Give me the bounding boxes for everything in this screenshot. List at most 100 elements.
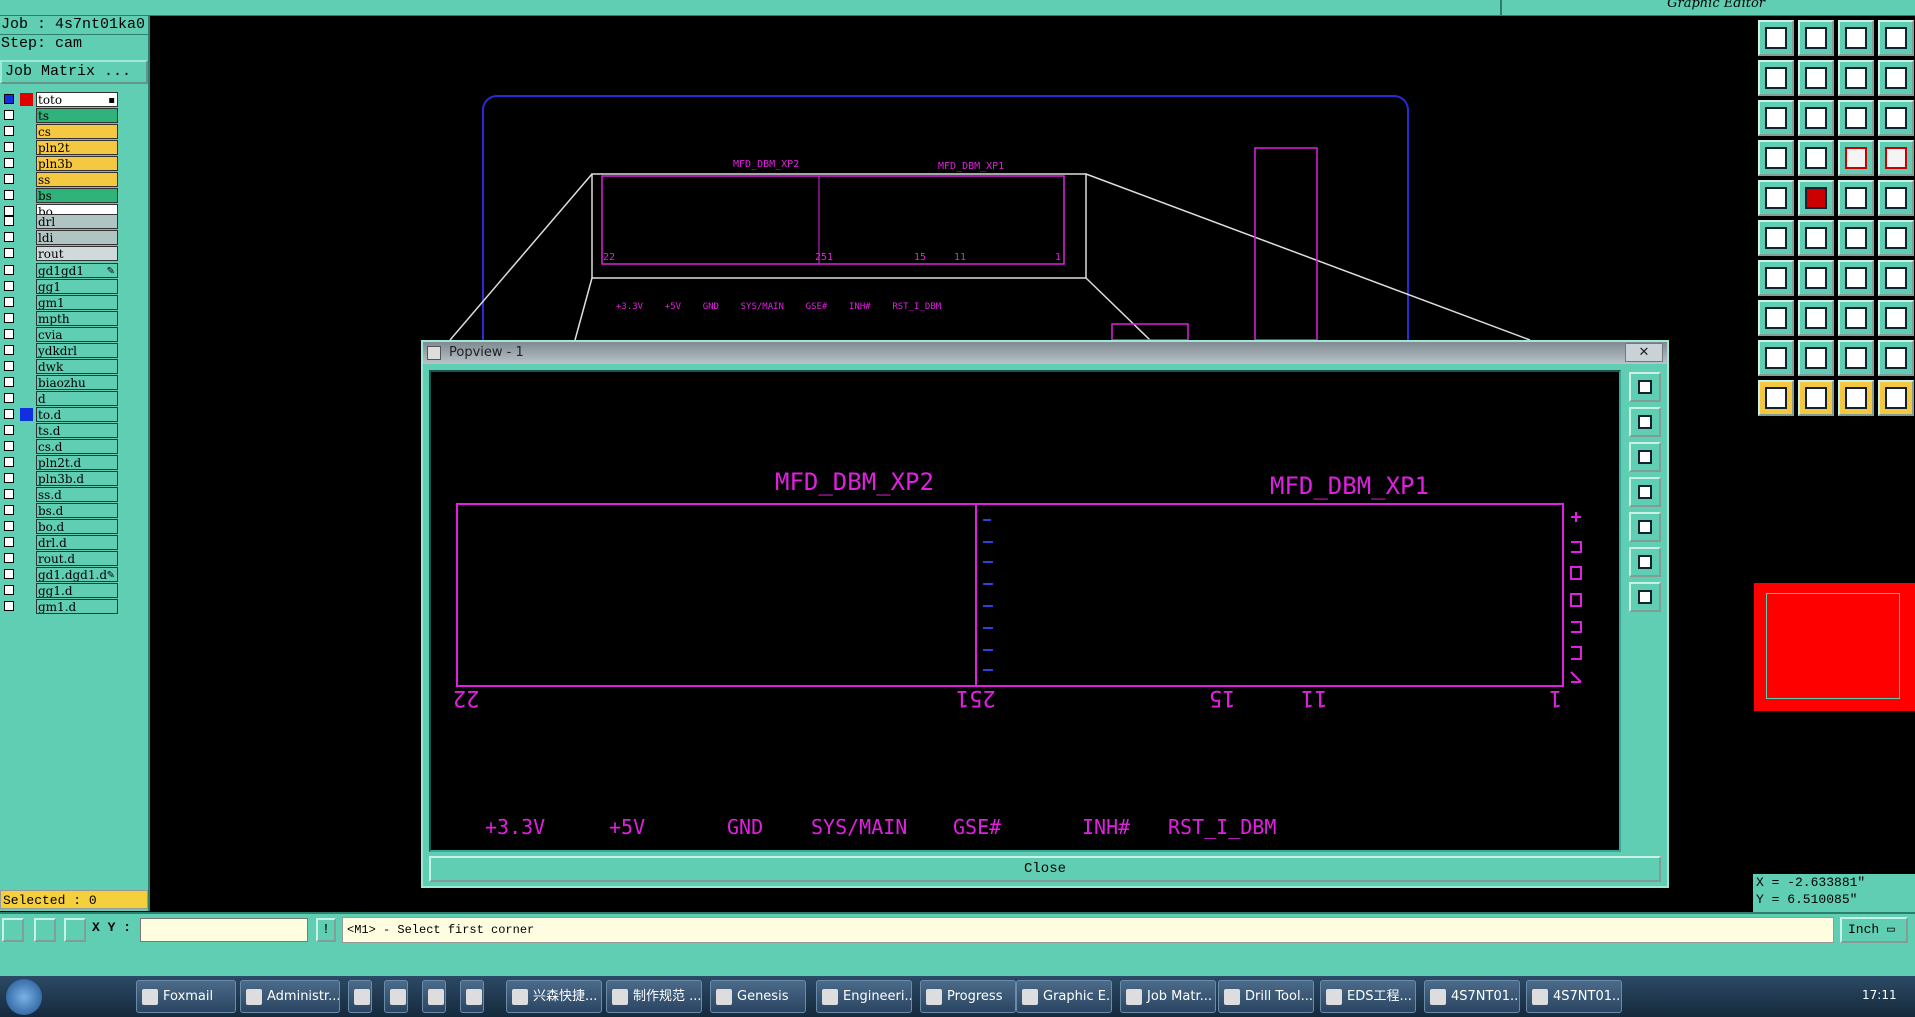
layer-row-gd1[interactable]: gd1gd1 ✎ xyxy=(0,263,118,278)
tool-button-1-2[interactable] xyxy=(1838,60,1874,96)
tool-button-7-2[interactable] xyxy=(1838,300,1874,336)
close-icon[interactable]: ✕ xyxy=(1625,343,1663,362)
tool-button-7-3[interactable] xyxy=(1878,300,1914,336)
popview-tool-button-3[interactable] xyxy=(1629,477,1661,507)
alert-icon[interactable]: ! xyxy=(316,918,336,942)
taskbar-item[interactable] xyxy=(460,980,484,1013)
taskbar-item[interactable]: Engineeri... xyxy=(816,980,912,1013)
grid-tool-icon[interactable] xyxy=(64,918,86,942)
layer-checkbox[interactable] xyxy=(4,553,14,563)
popview-tool-button-5[interactable] xyxy=(1629,547,1661,577)
layer-checkbox[interactable] xyxy=(4,505,14,515)
layer-row-biaozhu[interactable]: biaozhu xyxy=(0,375,118,390)
tool-button-5-0[interactable] xyxy=(1758,220,1794,256)
tool-button-5-3[interactable] xyxy=(1878,220,1914,256)
tool-button-5-2[interactable] xyxy=(1838,220,1874,256)
popview-tool-button-4[interactable] xyxy=(1629,512,1661,542)
layer-checkbox[interactable] xyxy=(4,297,14,307)
layer-checkbox[interactable] xyxy=(4,601,14,611)
tool-button-2-2[interactable] xyxy=(1838,100,1874,136)
taskbar-item[interactable] xyxy=(384,980,408,1013)
layer-row-to[interactable]: toto ▪ xyxy=(0,92,118,107)
tool-button-0-2[interactable] xyxy=(1838,20,1874,56)
layer-row-gd1-d[interactable]: gd1.dgd1.d ✎ xyxy=(0,567,118,582)
taskbar-item[interactable]: Genesis xyxy=(710,980,806,1013)
layer-checkbox[interactable] xyxy=(4,94,14,104)
units-dropdown[interactable]: Inch ▭ xyxy=(1840,917,1908,943)
layer-checkbox[interactable] xyxy=(4,393,14,403)
layer-checkbox[interactable] xyxy=(4,158,14,168)
popview-tool-button-0[interactable] xyxy=(1629,372,1661,402)
taskbar-item[interactable]: 制作规范 ... xyxy=(606,980,702,1013)
layer-row-ts-d[interactable]: ts.d xyxy=(0,423,118,438)
layer-row-dwk[interactable]: dwk xyxy=(0,359,118,374)
tool-button-9-0[interactable] xyxy=(1758,380,1794,416)
tool-button-0-0[interactable] xyxy=(1758,20,1794,56)
layer-checkbox[interactable] xyxy=(4,489,14,499)
tool-button-6-0[interactable] xyxy=(1758,260,1794,296)
tool-button-9-2[interactable] xyxy=(1838,380,1874,416)
layer-checkbox[interactable] xyxy=(4,537,14,547)
layer-checkbox[interactable] xyxy=(4,265,14,275)
layer-row-gm1-d[interactable]: gm1.d xyxy=(0,599,118,614)
layer-row-gm1[interactable]: gm1 xyxy=(0,295,118,310)
tool-button-0-1[interactable] xyxy=(1798,20,1834,56)
layer-row-bs-d[interactable]: bs.d xyxy=(0,503,118,518)
tool-button-7-1[interactable] xyxy=(1798,300,1834,336)
layer-checkbox[interactable] xyxy=(4,377,14,387)
tool-button-8-3[interactable] xyxy=(1878,340,1914,376)
tool-button-4-3[interactable] xyxy=(1878,180,1914,216)
tool-button-6-1[interactable] xyxy=(1798,260,1834,296)
layer-checkbox[interactable] xyxy=(4,473,14,483)
layer-row-drl[interactable]: drl xyxy=(0,214,118,229)
xy-input[interactable] xyxy=(140,918,308,942)
layer-row-cvia[interactable]: cvia xyxy=(0,327,118,342)
taskbar-item[interactable]: 4S7NT01... xyxy=(1424,980,1520,1013)
layer-row-ts[interactable]: ts xyxy=(0,108,118,123)
layer-row-mpth[interactable]: mpth xyxy=(0,311,118,326)
taskbar-item[interactable] xyxy=(422,980,446,1013)
layer-row-pln3b[interactable]: pln3b xyxy=(0,156,118,171)
tool-button-4-1[interactable] xyxy=(1798,180,1834,216)
tool-button-6-3[interactable] xyxy=(1878,260,1914,296)
layer-row-d[interactable]: d xyxy=(0,391,118,406)
tool-button-4-2[interactable] xyxy=(1838,180,1874,216)
layer-checkbox[interactable] xyxy=(4,126,14,136)
layer-row-bs[interactable]: bs xyxy=(0,188,118,203)
cross-tool-icon[interactable] xyxy=(34,918,56,942)
layer-row-ydkdrl[interactable]: ydkdrl xyxy=(0,343,118,358)
taskbar-item[interactable]: EDS工程... xyxy=(1320,980,1416,1013)
tool-button-6-2[interactable] xyxy=(1838,260,1874,296)
layer-row-bo-d[interactable]: bo.d xyxy=(0,519,118,534)
layer-row-cs-d[interactable]: cs.d xyxy=(0,439,118,454)
layer-checkbox[interactable] xyxy=(4,425,14,435)
layer-checkbox[interactable] xyxy=(4,345,14,355)
layer-checkbox[interactable] xyxy=(4,174,14,184)
job-matrix-button[interactable]: Job Matrix ... xyxy=(0,60,148,84)
popview-tool-button-1[interactable] xyxy=(1629,407,1661,437)
popview-tool-button-2[interactable] xyxy=(1629,442,1661,472)
layer-row-ss[interactable]: ss xyxy=(0,172,118,187)
layer-checkbox[interactable] xyxy=(4,569,14,579)
start-button[interactable] xyxy=(6,979,42,1015)
layer-checkbox[interactable] xyxy=(4,457,14,467)
layer-checkbox[interactable] xyxy=(4,142,14,152)
layer-checkbox[interactable] xyxy=(4,409,14,419)
layer-checkbox[interactable] xyxy=(4,216,14,226)
taskbar-item[interactable]: Administr... xyxy=(240,980,340,1013)
layer-checkbox[interactable] xyxy=(4,248,14,258)
layer-checkbox[interactable] xyxy=(4,110,14,120)
tool-button-3-1[interactable] xyxy=(1798,140,1834,176)
layer-row-pln3b-d[interactable]: pln3b.d xyxy=(0,471,118,486)
taskbar-item[interactable]: Drill Tool... xyxy=(1218,980,1314,1013)
layer-row-ldi[interactable]: ldi xyxy=(0,230,118,245)
taskbar-item[interactable]: Foxmail xyxy=(136,980,236,1013)
taskbar-item[interactable]: Progress xyxy=(920,980,1016,1013)
layer-checkbox[interactable] xyxy=(4,441,14,451)
layer-row-cs[interactable]: cs xyxy=(0,124,118,139)
tool-button-2-0[interactable] xyxy=(1758,100,1794,136)
tool-button-8-1[interactable] xyxy=(1798,340,1834,376)
tool-button-1-0[interactable] xyxy=(1758,60,1794,96)
tool-button-2-1[interactable] xyxy=(1798,100,1834,136)
tool-button-3-2[interactable] xyxy=(1838,140,1874,176)
